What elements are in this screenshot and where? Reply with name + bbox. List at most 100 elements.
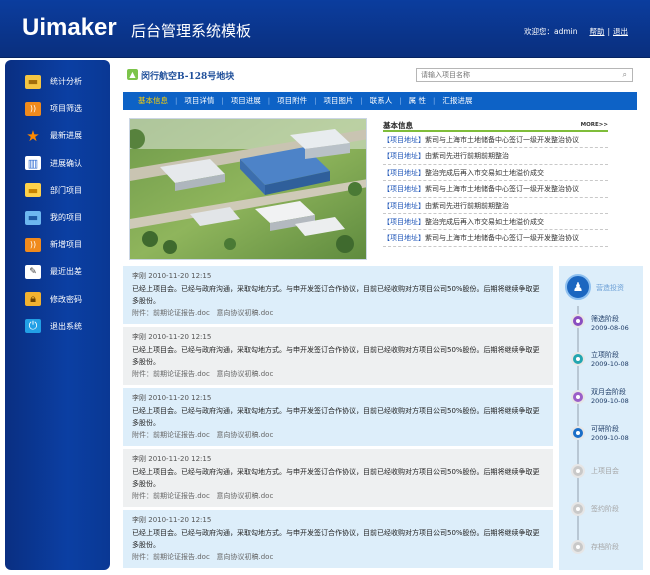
attachment-link[interactable]: 意向协议初稿.doc <box>217 492 274 500</box>
info-text: 由紫司先进行前期前期整治 <box>425 201 509 210</box>
record-body: 已经上项目会。已经与政府沟通，采取勾地方式。与申开发签订合作协议，目前已经收购对… <box>132 346 540 366</box>
stage-label: 可研阶段 <box>591 425 619 433</box>
record-meta: 李刚 2010-11-20 12:15 <box>132 332 544 342</box>
sidebar-item-label: 新增项目 <box>50 240 82 250</box>
attachment-link[interactable]: 前期论证报告.doc <box>153 309 210 317</box>
list-item: 李刚 2010-11-20 12:15 已经上项目会。已经与政府沟通，采取勾地方… <box>123 327 553 385</box>
record-attachments: 附件：前期论证报告.doc 意向协议初稿.doc <box>132 308 544 318</box>
tab-project-detail[interactable]: 项目详情 <box>177 92 221 110</box>
record-attachments: 附件：前期论证报告.doc 意向协议初稿.doc <box>132 491 544 501</box>
search-input[interactable] <box>417 69 612 81</box>
tab-basic-info[interactable]: 基本信息 <box>131 92 175 110</box>
info-row[interactable]: 【项目地址】由紫司先进行前期前期整治 <box>383 148 608 165</box>
sidebar-item-label: 统计分析 <box>50 77 82 87</box>
stage-label: 筛选阶段 <box>591 315 619 323</box>
sidebar-item-filter[interactable]: )) 项目筛选 <box>5 95 110 122</box>
info-text: 由紫司先进行前期前期整治 <box>425 152 509 161</box>
basic-info-header: 基本信息 MORE>> <box>383 120 608 132</box>
attachment-label: 附件： <box>132 431 153 439</box>
info-tag: 【项目地址】 <box>383 217 425 226</box>
sidebar-item-password[interactable]: 🔒︎ 修改密码 <box>5 286 110 313</box>
info-row[interactable]: 【项目地址】紫司与上海市土地储备中心签订一级开发整治协议 <box>383 230 608 247</box>
info-row[interactable]: 【项目地址】紫司与上海市土地储备中心签订一级开发整治协议 <box>383 181 608 198</box>
separator: | <box>607 27 610 36</box>
timeline-node[interactable] <box>571 502 585 516</box>
record-body: 已经上项目会。已经与政府沟通，采取勾地方式。与申开发签订合作协议，目前已经收购对… <box>132 407 540 427</box>
timeline-start-label: 营造投资 <box>596 284 624 292</box>
record-body: 已经上项目会。已经与政府沟通，采取勾地方式。与申开发签订合作协议，目前已经收购对… <box>132 468 540 488</box>
info-text: 紫司与上海市土地储备中心签订一级开发整治协议 <box>425 136 579 144</box>
folder-icon: ▬ <box>25 74 41 89</box>
sidebar-item-department[interactable]: ▬ 部门项目 <box>5 177 110 204</box>
help-link[interactable]: 帮助 <box>589 26 604 37</box>
info-row[interactable]: 【项目地址】由紫司先进行前期前期整治 <box>383 198 608 214</box>
sidebar-item-new-project[interactable]: )) 新增项目 <box>5 231 110 258</box>
attachment-link[interactable]: 意向协议初稿.doc <box>217 309 274 317</box>
sidebar-item-label: 部门项目 <box>50 185 82 195</box>
info-text: 紫司与上海市土地储备中心签订一级开发整治协议 <box>425 185 579 194</box>
sidebar-item-label: 退出系统 <box>50 321 82 331</box>
info-row[interactable]: 【项目地址】紫司与上海市土地储备中心签订一级开发整治协议 <box>383 132 608 149</box>
list-item: 李刚 2010-11-20 12:15 已经上项目会。已经与政府沟通，采取勾地方… <box>123 449 553 507</box>
tab-project-attachments[interactable]: 项目附件 <box>270 92 314 110</box>
sidebar-item-latest[interactable]: ★ 最新进展 <box>5 122 110 149</box>
sidebar-item-statistics[interactable]: ▬ 统计分析 <box>5 68 110 95</box>
timeline-node[interactable] <box>571 540 585 554</box>
attachment-link[interactable]: 前期论证报告.doc <box>153 431 210 439</box>
tab-contacts[interactable]: 联系人 <box>363 92 400 110</box>
attachment-label: 附件： <box>132 553 153 561</box>
info-row[interactable]: 【项目地址】整治完成后再入市交易如土地溢价成交 <box>383 165 608 182</box>
basic-info-title: 基本信息 <box>383 120 413 130</box>
timeline-node[interactable] <box>571 390 585 404</box>
attachment-link[interactable]: 前期论证报告.doc <box>153 370 210 378</box>
list-item: 李刚 2010-11-20 12:15 已经上项目会。已经与政府沟通，采取勾地方… <box>123 388 553 446</box>
info-tag: 【项目地址】 <box>383 185 425 194</box>
record-meta: 李刚 2010-11-20 12:15 <box>132 515 544 525</box>
info-tag: 【项目地址】 <box>383 152 425 161</box>
logo: Uimaker <box>22 14 117 41</box>
record-time: 2010-11-20 12:15 <box>148 394 212 402</box>
search-icon[interactable]: ⌕ <box>623 70 627 80</box>
basic-info-panel: 基本信息 MORE>> 【项目地址】紫司与上海市土地储备中心签订一级开发整治协议… <box>383 120 608 247</box>
record-time: 2010-11-20 12:15 <box>148 455 212 463</box>
sidebar-item-confirm[interactable]: ▥ 进展确认 <box>5 150 110 177</box>
record-attachments: 附件：前期论证报告.doc 意向协议初稿.doc <box>132 430 544 440</box>
attachment-link[interactable]: 意向协议初稿.doc <box>217 553 274 561</box>
timeline-node[interactable] <box>571 352 585 366</box>
list-item: 李刚 2010-11-20 12:15 已经上项目会。已经与政府沟通，采取勾地方… <box>123 266 553 324</box>
attachment-link[interactable]: 意向协议初稿.doc <box>217 370 274 378</box>
tab-project-images[interactable]: 项目图片 <box>316 92 360 110</box>
sidebar-item-my-projects[interactable]: ▬ 我的项目 <box>5 204 110 231</box>
search-box: ⌕ <box>416 68 633 82</box>
tab-report-progress[interactable]: 汇报进展 <box>435 92 479 110</box>
attachment-link[interactable]: 意向协议初稿.doc <box>217 431 274 439</box>
timeline-node[interactable] <box>571 464 585 478</box>
sidebar-item-trips[interactable]: ✎ 最近出差 <box>5 258 110 285</box>
info-text: 紫司与上海市土地储备中心签订一级开发整治协议 <box>425 234 579 243</box>
record-meta: 李刚 2010-11-20 12:15 <box>132 454 544 464</box>
record-author: 李刚 <box>132 455 146 463</box>
attachment-link[interactable]: 前期论证报告.doc <box>153 492 210 500</box>
list-item: 李刚 2010-11-20 12:15 已经上项目会。已经与政府沟通，采取勾地方… <box>123 510 553 568</box>
attachment-label: 附件： <box>132 309 153 317</box>
tab-project-progress[interactable]: 项目进展 <box>224 92 268 110</box>
info-tag: 【项目地址】 <box>383 168 425 177</box>
attachment-label: 附件： <box>132 492 153 500</box>
info-tag: 【项目地址】 <box>383 234 425 243</box>
more-link[interactable]: MORE>> <box>581 122 608 128</box>
attachment-label: 附件： <box>132 370 153 378</box>
stage-timeline: ♟ 营造投资 筛选阶段 2009-08-06 立项阶段 2009-10-08 双… <box>559 266 643 570</box>
stage-label: 签约阶段 <box>591 505 619 513</box>
tab-attributes[interactable]: 属 性 <box>402 92 433 110</box>
sidebar-item-exit[interactable]: ⏻ 退出系统 <box>5 313 110 340</box>
attachment-link[interactable]: 前期论证报告.doc <box>153 553 210 561</box>
timeline-node[interactable] <box>571 314 585 328</box>
stage-label: 双月会阶段 <box>591 388 626 396</box>
record-author: 李刚 <box>132 516 146 524</box>
record-attachments: 附件：前期论证报告.doc 意向协议初稿.doc <box>132 552 544 562</box>
timeline-node[interactable] <box>571 426 585 440</box>
logout-link[interactable]: 退出 <box>613 26 628 37</box>
info-row[interactable]: 【项目地址】整治完成后再入市交易如土地溢价成交 <box>383 214 608 231</box>
record-meta: 李刚 2010-11-20 12:15 <box>132 271 544 281</box>
project-aerial-image <box>129 118 367 260</box>
